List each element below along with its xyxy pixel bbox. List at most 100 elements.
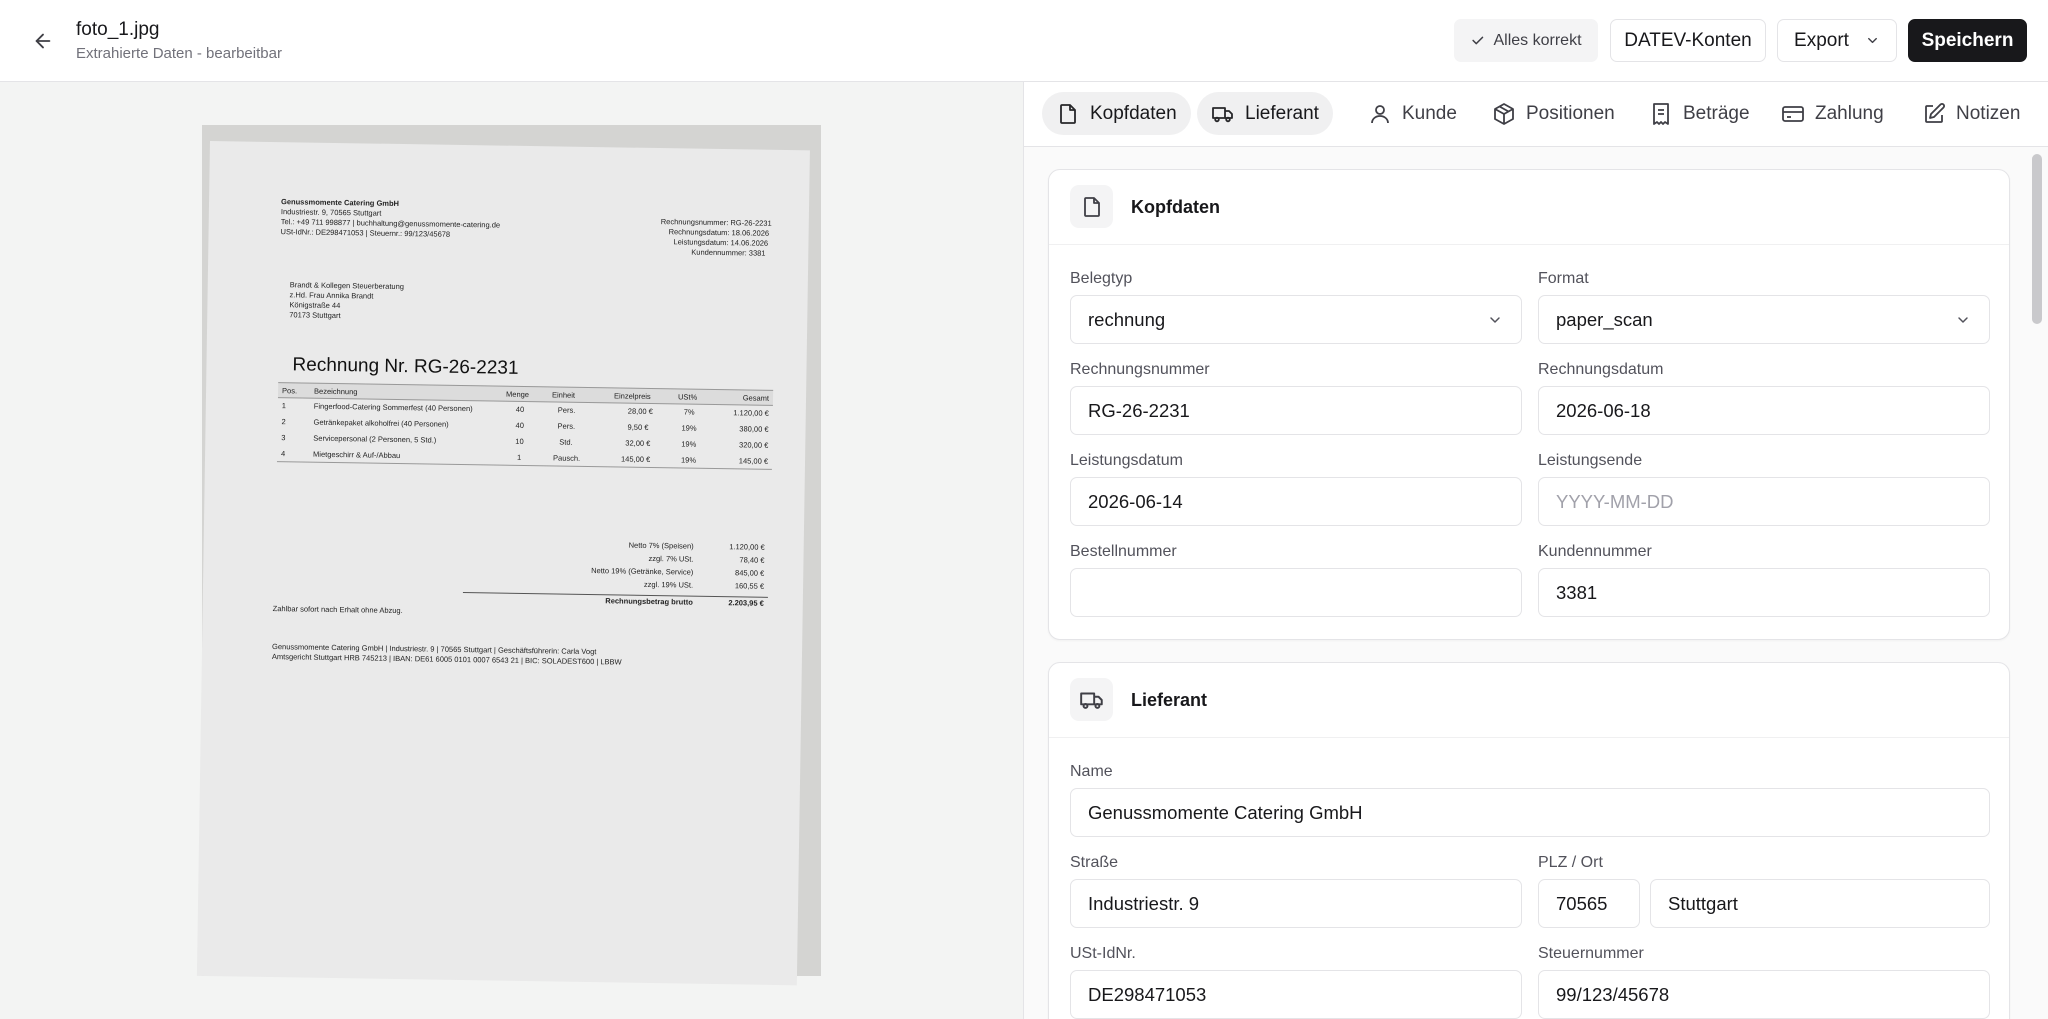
format-value: paper_scan (1556, 308, 1653, 330)
scrollbar-thumb[interactable] (2032, 154, 2042, 324)
doc-td: 19% (681, 423, 697, 433)
doc-sum-value: 1.120,00 € (729, 542, 765, 552)
supplier-name-input[interactable]: Genussmomente Catering GmbH (1070, 788, 1990, 837)
doc-sum-label: Netto 7% (Speisen) (628, 540, 694, 551)
doc-total-value: 2.203,95 € (728, 598, 764, 608)
rechnungsdatum-input[interactable]: 2026-06-18 (1538, 386, 1990, 435)
doc-th: USt% (677, 392, 698, 402)
doc-td: 19% (681, 439, 697, 449)
tab-lieferant[interactable]: Lieferant (1197, 92, 1333, 135)
leistungsdatum-input[interactable]: 2026-06-14 (1070, 477, 1522, 526)
datev-accounts-button[interactable]: DATEV-Konten (1610, 19, 1766, 62)
doc-invoice-title: Rechnung Nr. RG-26-2231 (292, 354, 519, 379)
kundennummer-label: Kundennummer (1538, 543, 1652, 560)
doc-td: 7% (683, 407, 695, 417)
doc-td: Pers. (557, 421, 576, 431)
doc-td: 4 (281, 449, 286, 459)
all-correct-button[interactable]: Alles korrekt (1454, 19, 1598, 62)
doc-td: 1.120,00 € (733, 408, 769, 418)
tab-notizen[interactable]: Notizen (1908, 92, 2034, 135)
top-bar: foto_1.jpg Extrahierte Daten - bearbeitb… (0, 0, 2048, 82)
doc-td: Pers. (557, 405, 576, 415)
package-icon (1494, 102, 1514, 125)
file-icon (1060, 103, 1076, 124)
format-select[interactable]: paper_scan (1538, 295, 1990, 344)
export-button[interactable]: Export (1777, 19, 1897, 62)
rechnungsnummer-label: Rechnungsnummer (1070, 361, 1210, 378)
doc-td: 145,00 € (620, 454, 651, 464)
doc-td: 28,00 € (627, 406, 653, 416)
doc-td: 19% (680, 455, 697, 465)
doc-sender-line: USt-IdNr.: DE298471053 | Steuernr.: 99/1… (280, 227, 451, 239)
doc-td: Fingerfood-Catering Sommerfest (40 Perso… (313, 401, 473, 414)
scrollbar[interactable] (2032, 150, 2042, 1019)
doc-recipient: 70173 Stuttgart (289, 310, 341, 321)
receipt-icon (1653, 102, 1669, 125)
doc-td: 40 (515, 420, 524, 430)
doc-th: Bezeichnung (314, 386, 358, 397)
doc-td: 9,50 € (627, 422, 649, 432)
truck-icon (1212, 106, 1233, 122)
doc-th: Gesamt (742, 393, 770, 403)
city-input[interactable]: Stuttgart (1650, 879, 1990, 928)
street-input[interactable]: Industriestr. 9 (1070, 879, 1522, 928)
steuernummer-label: Steuernummer (1538, 945, 1644, 962)
edit-icon (1925, 102, 1945, 123)
card-header: Lieferant (1049, 663, 2009, 738)
doc-recipient: z.Hd. Frau Annika Brandt (289, 290, 374, 301)
tab-zahlung[interactable]: Zahlung (1767, 92, 1898, 135)
tab-label: Kopfdaten (1090, 102, 1177, 124)
doc-payment-note: Zahlbar sofort nach Erhalt ohne Abzug. (272, 604, 403, 616)
tab-kunde[interactable]: Kunde (1354, 92, 1471, 135)
section-tabs: Kopfdaten Lieferant Kunde Positionen Bet… (1024, 82, 2048, 147)
doc-td: 3 (281, 433, 286, 443)
rechnungsnummer-input[interactable]: RG-26-2231 (1070, 386, 1522, 435)
tab-positionen[interactable]: Positionen (1478, 92, 1629, 135)
chevron-down-icon (1958, 317, 1968, 323)
bestellnummer-input[interactable] (1070, 568, 1522, 617)
leistungsdatum-label: Leistungsdatum (1070, 452, 1183, 469)
tab-label: Kunde (1402, 102, 1457, 124)
chevron-down-icon (1490, 317, 1500, 323)
tab-kopfdaten[interactable]: Kopfdaten (1042, 92, 1191, 135)
rechnungsdatum-label: Rechnungsdatum (1538, 361, 1664, 378)
doc-td: Pausch. (552, 453, 581, 463)
belegtyp-label: Belegtyp (1070, 270, 1133, 287)
doc-sum-label: zzgl. 7% USt. (648, 553, 694, 564)
doc-td: 145,00 € (738, 456, 769, 466)
doc-th: Pos. (282, 386, 298, 396)
file-icon (1083, 196, 1100, 217)
doc-td: 10 (515, 436, 524, 446)
doc-th: Einzelpreis (613, 391, 651, 401)
card-header: Kopfdaten (1049, 170, 2009, 245)
name-label: Name (1070, 763, 1113, 780)
tab-betraege[interactable]: Beträge (1635, 92, 1764, 135)
vat-id-input[interactable]: DE298471053 (1070, 970, 1522, 1019)
doc-td: Std. (559, 437, 573, 447)
leistungsende-input[interactable]: YYYY-MM-DD (1538, 477, 1990, 526)
doc-td: 380,00 € (739, 424, 769, 434)
bestellnummer-label: Bestellnummer (1070, 543, 1177, 560)
card-title: Kopfdaten (1131, 197, 1220, 217)
card-icon (1070, 678, 1113, 721)
kopfdaten-card: Kopfdaten Belegtyp rechnung Format paper… (1048, 169, 2010, 640)
back-button[interactable] (26, 24, 60, 58)
zip-input[interactable]: 70565 (1538, 879, 1640, 928)
invoice-paper: Genussmomente Catering GmbH Industriestr… (196, 141, 810, 986)
doc-meta: Kundennummer: 3381 (691, 247, 766, 258)
tab-label: Notizen (1956, 102, 2021, 124)
doc-sum-label: Netto 19% (Getränke, Service) (591, 566, 694, 577)
document-photo[interactable]: Genussmomente Catering GmbH Industriestr… (196, 125, 821, 986)
tab-label: Beträge (1683, 102, 1750, 124)
tax-number-input[interactable]: 99/123/45678 (1538, 970, 1990, 1019)
tab-label: Lieferant (1245, 102, 1319, 124)
belegtyp-select[interactable]: rechnung (1070, 295, 1522, 344)
doc-sums: Netto 7% (Speisen) 1.120,00 € zzgl. 7% U… (462, 538, 769, 610)
save-button[interactable]: Speichern (1908, 19, 2027, 62)
export-label: Export (1794, 29, 1849, 51)
belegtyp-value: rechnung (1088, 308, 1166, 330)
kundennummer-input[interactable]: 3381 (1538, 568, 1990, 617)
doc-meta: Leistungsdatum: 14.06.2026 (673, 237, 769, 248)
doc-td: 320,00 € (739, 440, 769, 450)
doc-sum-label: zzgl. 19% USt. (643, 579, 694, 590)
